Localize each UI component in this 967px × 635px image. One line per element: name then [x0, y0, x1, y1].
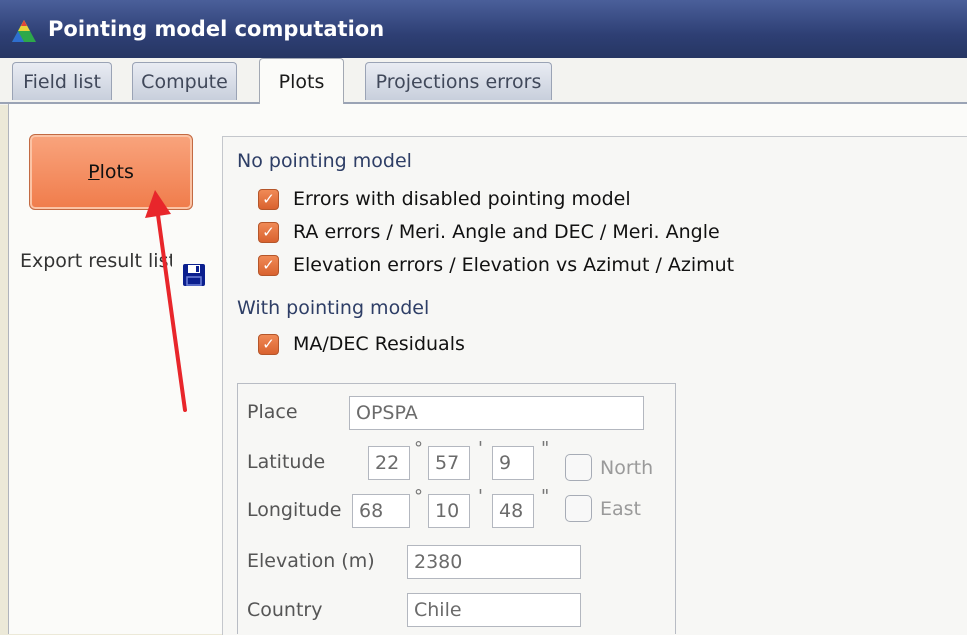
east-label: East [600, 497, 641, 520]
ma-dec-residuals-checkbox[interactable]: ✓ [258, 333, 279, 355]
minute-symbol: ' [478, 486, 483, 507]
errors-disabled-model-checkbox[interactable]: ✓ [258, 188, 279, 210]
second-symbol: " [541, 486, 550, 507]
ra-dec-errors-checkbox[interactable]: ✓ [258, 221, 279, 243]
elevation-input[interactable] [407, 545, 581, 579]
degree-symbol: ° [414, 486, 423, 507]
longitude-degrees-input[interactable] [352, 494, 410, 528]
window-title: Pointing model computation [48, 17, 385, 41]
elevation-errors-option[interactable]: ✓ Elevation errors / Elevation vs Azimut… [258, 254, 734, 276]
country-label: Country [247, 599, 323, 621]
floppy-disk-icon[interactable] [181, 262, 207, 288]
pyramid-app-icon [12, 20, 36, 42]
minute-symbol: ' [478, 438, 483, 459]
with-pointing-model-heading: With pointing model [237, 297, 430, 319]
latitude-degrees-input[interactable] [368, 446, 410, 480]
tab-projections-errors[interactable]: Projections errors [365, 62, 552, 100]
east-checkbox[interactable] [565, 495, 592, 522]
place-input[interactable] [349, 396, 644, 430]
errors-disabled-model-option[interactable]: ✓ Errors with disabled pointing model [258, 188, 631, 210]
tab-compute[interactable]: Compute [132, 62, 237, 100]
longitude-label: Longitude [247, 499, 342, 521]
north-checkbox[interactable] [565, 454, 592, 481]
plots-button[interactable]: Plots [29, 134, 193, 210]
title-bar: Pointing model computation [0, 0, 967, 58]
ma-dec-residuals-option[interactable]: ✓ MA/DEC Residuals [258, 333, 465, 355]
elevation-label: Elevation (m) [247, 550, 375, 572]
elevation-errors-checkbox[interactable]: ✓ [258, 254, 279, 276]
north-option[interactable]: North [565, 454, 653, 481]
plots-button-label: lots [99, 161, 134, 183]
ma-dec-residuals-label: MA/DEC Residuals [293, 333, 465, 355]
longitude-minutes-input[interactable] [428, 494, 470, 528]
tab-strip: Field list Compute Plots Projections err… [0, 58, 967, 105]
degree-symbol: ° [414, 438, 423, 459]
longitude-seconds-input[interactable] [492, 494, 534, 528]
ra-dec-errors-option[interactable]: ✓ RA errors / Meri. Angle and DEC / Meri… [258, 221, 720, 243]
north-label: North [600, 456, 654, 479]
second-symbol: " [541, 438, 550, 459]
plots-button-mnemonic: P [88, 161, 100, 183]
export-result-list-label: Export result list [20, 250, 172, 272]
errors-disabled-model-label: Errors with disabled pointing model [293, 188, 631, 210]
tab-field-list[interactable]: Field list [12, 62, 112, 100]
no-pointing-model-heading: No pointing model [237, 150, 412, 172]
latitude-seconds-input[interactable] [492, 446, 534, 480]
country-input[interactable] [407, 593, 581, 627]
place-label: Place [247, 401, 298, 423]
east-option[interactable]: East [565, 495, 641, 522]
latitude-label: Latitude [247, 451, 326, 473]
ra-dec-errors-label: RA errors / Meri. Angle and DEC / Meri. … [293, 221, 720, 243]
elevation-errors-label: Elevation errors / Elevation vs Azimut /… [293, 254, 735, 276]
tab-plots[interactable]: Plots [259, 58, 344, 104]
latitude-minutes-input[interactable] [428, 446, 470, 480]
